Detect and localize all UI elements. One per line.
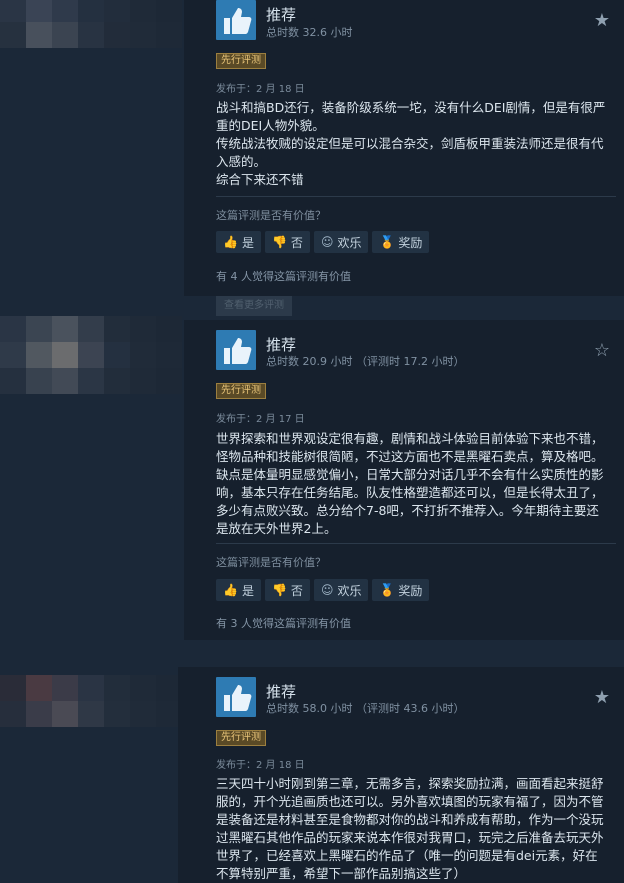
review-card: 推荐 总时数 32.6 小时 ★ 先行评测 发布于：2 月 18 日 战斗和搞B… [184,0,624,296]
helpful-count: 有 3 人觉得这篇评测有价值 [216,617,351,630]
review-3: 推荐 总时数 58.0 小时 （评测时 43.6 小时） ★ 先行评测 发布于：… [0,667,624,883]
helpful-count: 有 4 人觉得这篇评测有价值 [216,270,351,283]
view-more-reviews-button[interactable]: 查看更多评测 [216,296,292,316]
vote-yes-button[interactable]: 👍 是 [216,231,261,253]
review-text: 战斗和搞BD还行，装备阶级系统一坨，没有什么DEI剧情，但是有很严重的DEI人物… [216,99,608,189]
posted-date: 发布于：2 月 18 日 [216,760,305,771]
award-button[interactable]: 🏅 奖励 [372,579,430,601]
vote-no-button[interactable]: 👎 否 [264,579,310,601]
review-2: 推荐 总时数 20.9 小时 （评测时 17.2 小时） ☆ 先行评测 发布于：… [0,316,624,640]
star-award-icon[interactable]: ★ [594,10,610,31]
thumbs-up-icon: 👍 [223,235,238,249]
playtime-hours: 总时数 20.9 小时 （评测时 17.2 小时） [266,355,465,368]
posted-date: 发布于：2 月 17 日 [216,414,305,425]
review-paragraph: 综合下来还不错 [216,172,304,187]
thumbs-up-icon [216,330,256,370]
thumbs-up-icon: 👍 [223,583,238,597]
posted-date: 发布于：2 月 18 日 [216,84,305,95]
review-paragraph: 战斗和搞BD还行，装备阶级系统一坨，没有什么DEI剧情，但是有很严重的DEI人物… [216,100,606,133]
divider [216,196,616,197]
vote-buttons: 👍 是 👎 否 ☺ 欢乐 🏅 奖励 [216,231,430,253]
review-card: 推荐 总时数 20.9 小时 （评测时 17.2 小时） ☆ 先行评测 发布于：… [184,320,624,640]
recommendation-label: 推荐 [266,336,297,354]
recommendation-label: 推荐 [266,6,297,24]
award-ribbon-icon: 🏅 [379,583,395,597]
divider [216,543,616,544]
reviewer-avatar-pixelated[interactable] [0,667,183,727]
vote-yes-button[interactable]: 👍 是 [216,579,261,601]
early-access-badge: 先行评测 [216,53,266,69]
smiley-icon: ☺ [320,583,334,597]
vote-funny-button[interactable]: ☺ 欢乐 [313,231,369,253]
review-1: 推荐 总时数 32.6 小时 ★ 先行评测 发布于：2 月 18 日 战斗和搞B… [0,0,624,296]
review-text: 世界探索和世界观设定很有趣，剧情和战斗体验目前体验下来也不错，怪物品种和技能树很… [216,430,608,538]
playtime-hours: 总时数 58.0 小时 （评测时 43.6 小时） [266,702,465,715]
smiley-icon: ☺ [320,235,334,249]
star-award-outline-icon[interactable]: ☆ [594,340,610,361]
recommendation-label: 推荐 [266,683,297,701]
thumbs-down-icon: 👎 [271,583,287,597]
playtime-hours: 总时数 32.6 小时 [266,26,353,39]
helpful-question: 这篇评测是否有价值？ [216,556,326,569]
vote-buttons: 👍 是 👎 否 ☺ 欢乐 🏅 奖励 [216,579,430,601]
helpful-question: 这篇评测是否有价值？ [216,209,326,222]
thumbs-down-icon: 👎 [271,235,287,249]
award-button[interactable]: 🏅 奖励 [372,231,430,253]
early-access-badge: 先行评测 [216,383,266,399]
review-paragraph: 传统战法牧贼的设定但是可以混合杂交，剑盾板甲重装法师还是很有代入感的。 [216,136,604,169]
review-card: 推荐 总时数 58.0 小时 （评测时 43.6 小时） ★ 先行评测 发布于：… [178,667,624,883]
reviewer-avatar-pixelated[interactable] [0,0,183,60]
thumbs-up-icon [216,677,256,717]
early-access-badge: 先行评测 [216,730,266,746]
review-text: 三天四十小时刚到第三章，无需多言，探索奖励拉满，画面看起来挺舒服的，开个光追画质… [216,775,608,883]
thumbs-up-icon [216,0,256,40]
reviewer-avatar-pixelated[interactable] [0,316,183,400]
vote-funny-button[interactable]: ☺ 欢乐 [313,579,369,601]
award-ribbon-icon: 🏅 [379,235,395,249]
review-paragraph: 三天四十小时刚到第三章，无需多言，探索奖励拉满，画面看起来挺舒服的，开个光追画质… [216,776,604,881]
star-award-icon[interactable]: ★ [594,687,610,708]
vote-no-button[interactable]: 👎 否 [264,231,310,253]
review-paragraph: 世界探索和世界观设定很有趣，剧情和战斗体验目前体验下来也不错，怪物品种和技能树很… [216,431,604,536]
